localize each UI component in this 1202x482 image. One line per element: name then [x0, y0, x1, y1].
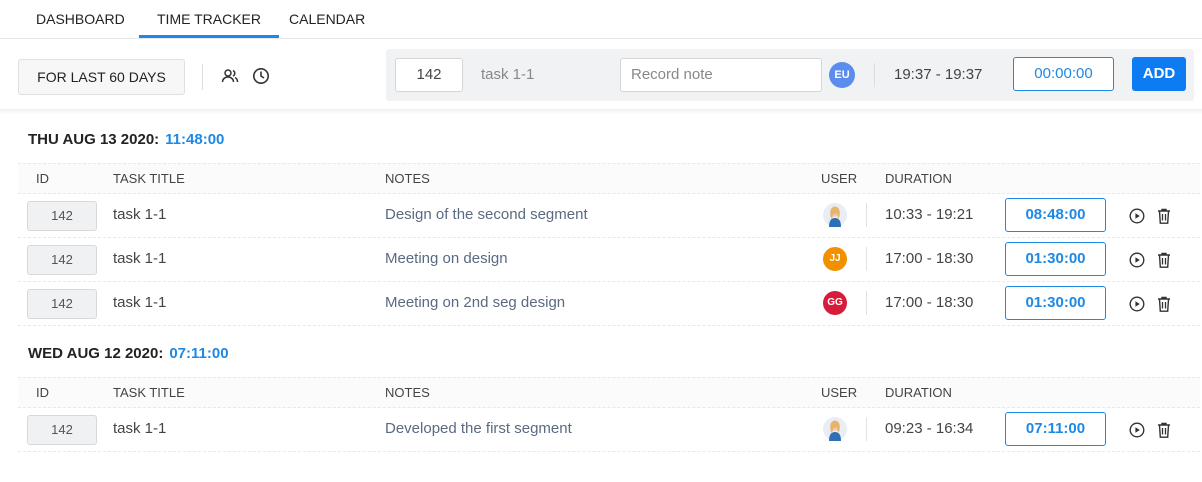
- row-duration-field[interactable]: 08:48:00: [1005, 198, 1106, 232]
- trash-icon[interactable]: [1156, 207, 1172, 225]
- table-row: 142 task 1-1 Design of the second segmen…: [18, 193, 1200, 238]
- row-id[interactable]: 142: [27, 201, 97, 231]
- row-divider: [866, 291, 867, 315]
- play-icon[interactable]: [1129, 208, 1145, 224]
- user-photo-avatar: [823, 203, 847, 227]
- row-note[interactable]: Meeting on 2nd seg design: [385, 281, 565, 325]
- tab-time-tracker[interactable]: TIME TRACKER: [139, 0, 279, 38]
- row-time-range: 17:00 - 18:30: [885, 294, 974, 311]
- day-total: 07:11:00: [169, 345, 229, 362]
- row-duration-field[interactable]: 07:11:00: [1005, 412, 1106, 446]
- trash-icon[interactable]: [1156, 295, 1172, 313]
- row-task-title: task 1-1: [113, 420, 167, 437]
- toolbar-divider: [202, 64, 203, 90]
- col-user: USER: [821, 385, 858, 400]
- play-icon[interactable]: [1129, 252, 1145, 268]
- col-notes: NOTES: [385, 385, 430, 400]
- new-entry-bar: 142 task 1-1 Record note EU 19:37 - 19:3…: [386, 49, 1194, 101]
- row-id[interactable]: 142: [27, 415, 97, 445]
- clock-icon[interactable]: [252, 67, 270, 85]
- entry-divider: [874, 63, 875, 87]
- row-note[interactable]: Meeting on design: [385, 237, 508, 281]
- play-icon[interactable]: [1129, 296, 1145, 312]
- row-note[interactable]: Developed the first segment: [385, 407, 572, 451]
- users-icon[interactable]: [221, 67, 239, 85]
- col-notes: NOTES: [385, 171, 430, 186]
- top-nav: DASHBOARD TIME TRACKER CALENDAR: [0, 0, 1202, 39]
- row-task-title: task 1-1: [113, 206, 167, 223]
- table-row: 142 task 1-1 Developed the first segment…: [18, 407, 1200, 452]
- trash-icon[interactable]: [1156, 421, 1172, 439]
- day-date: WED AUG 12 2020:: [28, 345, 164, 362]
- toolbar: FOR LAST 60 DAYS 142 task 1-1 Record not…: [0, 39, 1202, 111]
- day-header: THU AUG 13 2020: 11:48:00: [28, 131, 224, 148]
- trash-icon[interactable]: [1156, 251, 1172, 269]
- table-row: 142 task 1-1 Meeting on 2nd seg design G…: [18, 281, 1200, 326]
- user-initials-avatar: JJ: [823, 247, 847, 271]
- row-task-title: task 1-1: [113, 250, 167, 267]
- entry-user-avatar: EU: [829, 62, 855, 88]
- date-range-button[interactable]: FOR LAST 60 DAYS: [18, 59, 185, 95]
- day-total: 11:48:00: [165, 131, 225, 148]
- row-task-title: task 1-1: [113, 294, 167, 311]
- row-divider: [866, 247, 867, 271]
- tab-calendar[interactable]: CALENDAR: [289, 0, 365, 38]
- entry-duration-field[interactable]: 00:00:00: [1013, 57, 1114, 91]
- col-id: ID: [36, 385, 49, 400]
- row-duration-field[interactable]: 01:30:00: [1005, 242, 1106, 276]
- row-duration-field[interactable]: 01:30:00: [1005, 286, 1106, 320]
- user-photo-avatar: [823, 417, 847, 441]
- col-duration: DURATION: [885, 385, 952, 400]
- day-date: THU AUG 13 2020:: [28, 131, 160, 148]
- toolbar-shadow: [0, 109, 1202, 115]
- entry-time-range: 19:37 - 19:37: [894, 66, 983, 83]
- row-divider: [866, 417, 867, 441]
- table-header: ID TASK TITLE NOTES USER DURATION: [18, 377, 1200, 408]
- row-time-range: 17:00 - 18:30: [885, 250, 974, 267]
- col-task-title: TASK TITLE: [113, 385, 185, 400]
- col-duration: DURATION: [885, 171, 952, 186]
- col-user: USER: [821, 171, 858, 186]
- play-icon[interactable]: [1129, 422, 1145, 438]
- record-note-input[interactable]: Record note: [620, 58, 822, 92]
- row-divider: [866, 203, 867, 227]
- entry-id-input[interactable]: 142: [395, 58, 463, 92]
- row-id[interactable]: 142: [27, 289, 97, 319]
- entry-task-title: task 1-1: [481, 66, 535, 83]
- col-id: ID: [36, 171, 49, 186]
- row-time-range: 10:33 - 19:21: [885, 206, 974, 223]
- table-header: ID TASK TITLE NOTES USER DURATION: [18, 163, 1200, 194]
- row-note[interactable]: Design of the second segment: [385, 193, 588, 237]
- row-id[interactable]: 142: [27, 245, 97, 275]
- user-initials-avatar: GG: [823, 291, 847, 315]
- add-button[interactable]: ADD: [1132, 57, 1186, 91]
- table-row: 142 task 1-1 Meeting on design JJ 17:00 …: [18, 237, 1200, 282]
- tab-dashboard[interactable]: DASHBOARD: [36, 0, 125, 38]
- day-header: WED AUG 12 2020: 07:11:00: [28, 345, 229, 362]
- col-task-title: TASK TITLE: [113, 171, 185, 186]
- row-time-range: 09:23 - 16:34: [885, 420, 974, 437]
